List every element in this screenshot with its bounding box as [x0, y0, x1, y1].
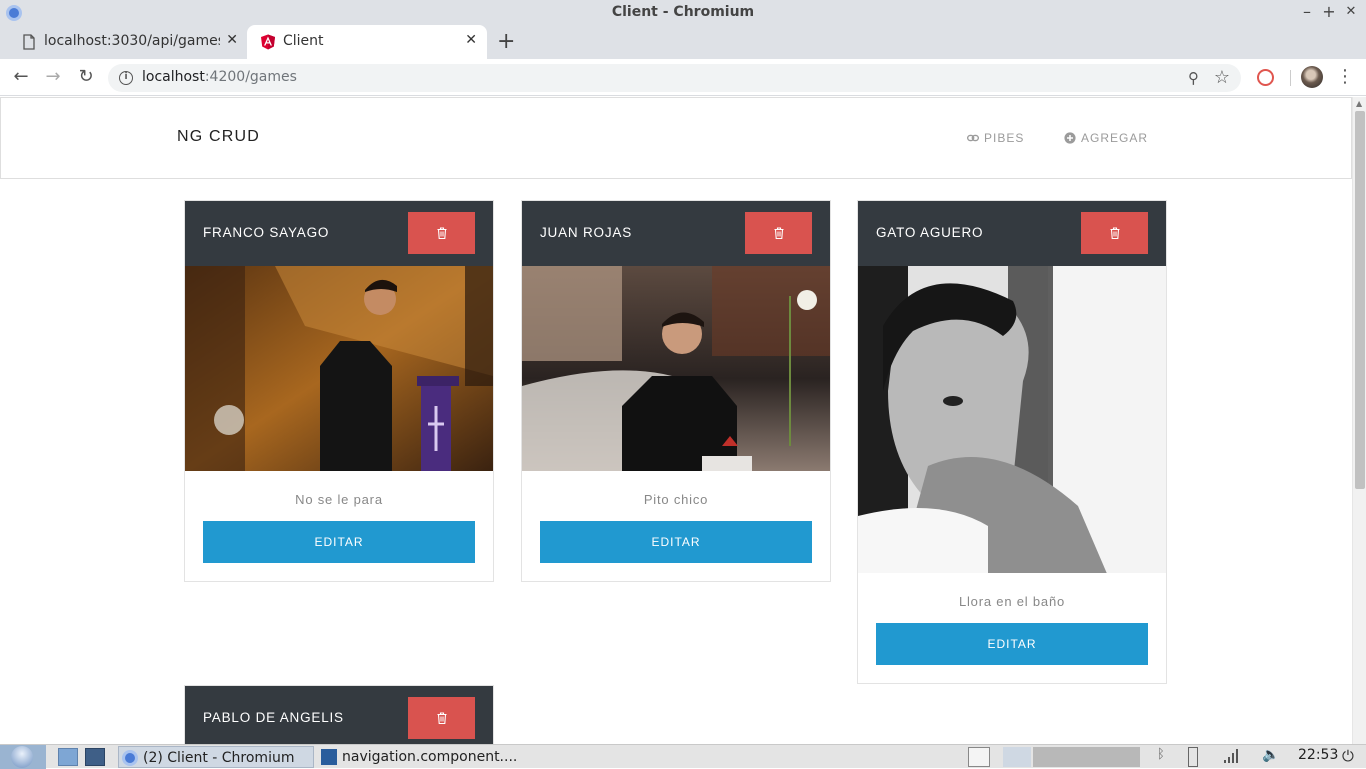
- maximize-button[interactable]: +: [1319, 2, 1339, 22]
- chromium-icon: [122, 750, 138, 766]
- network-signal-icon[interactable]: [1222, 747, 1240, 767]
- edit-button[interactable]: EDITAR: [203, 521, 475, 563]
- terminal-icon[interactable]: [85, 748, 105, 766]
- taskbar-item-label: navigation.component....: [342, 749, 518, 765]
- edit-button[interactable]: EDITAR: [540, 521, 812, 563]
- scroll-up-icon[interactable]: ▲: [1356, 99, 1362, 108]
- tab-client[interactable]: Client ✕: [247, 25, 487, 59]
- battery-icon[interactable]: [1188, 747, 1198, 767]
- trash-icon: [774, 227, 783, 239]
- url-path: :4200/games: [204, 69, 297, 85]
- delete-button[interactable]: [408, 212, 475, 254]
- nav-link-label: PIBES: [984, 131, 1025, 145]
- power-icon[interactable]: ⏻: [1342, 747, 1360, 767]
- toolbar-separator: [1290, 70, 1291, 86]
- trash-icon: [437, 227, 446, 239]
- nav-link-pibes[interactable]: PIBES: [967, 131, 1024, 145]
- close-tab-icon[interactable]: ✕: [465, 32, 477, 48]
- card-description: Llora en el baño: [958, 594, 1066, 609]
- tab-strip: localhost:3030/api/games ✕ Client ✕ +: [0, 25, 1366, 59]
- page-scrollbar[interactable]: ▲: [1352, 97, 1366, 744]
- url-host: localhost: [142, 69, 205, 85]
- card-header: PABLO DE ANGELIS: [185, 686, 493, 744]
- window-title: Client - Chromium: [611, 4, 755, 20]
- workspace-icon[interactable]: [968, 747, 990, 767]
- person-card: FRANCO SAYAGO No se le para EDITAR: [184, 200, 494, 582]
- delete-button[interactable]: [1081, 212, 1148, 254]
- taskbar-clock: 22:53: [1298, 747, 1339, 763]
- close-window-button[interactable]: ✕: [1341, 2, 1361, 22]
- scrollbar-thumb[interactable]: [1355, 111, 1365, 489]
- page-viewport: NG CRUD PIBES AGREGAR FRANCO SAYAGO No s…: [0, 97, 1352, 744]
- close-tab-icon[interactable]: ✕: [226, 32, 238, 48]
- browser-menu-button[interactable]: ⋮: [1336, 66, 1354, 88]
- workspace-switcher[interactable]: [1033, 747, 1140, 767]
- extension-icon[interactable]: [1257, 69, 1274, 86]
- app-navbar: NG CRUD PIBES AGREGAR: [0, 97, 1352, 179]
- card-name: FRANCO SAYAGO: [203, 225, 330, 240]
- document-icon: [23, 34, 35, 50]
- new-tab-button[interactable]: +: [497, 29, 515, 55]
- nav-link-agregar[interactable]: AGREGAR: [1064, 131, 1148, 145]
- reload-button[interactable]: ↻: [75, 66, 97, 88]
- person-photo: [858, 266, 1166, 573]
- person-photo: [185, 266, 493, 471]
- delete-button[interactable]: [745, 212, 812, 254]
- tab-label: localhost:3030/api/games: [44, 33, 220, 49]
- card-header: FRANCO SAYAGO: [185, 201, 493, 266]
- bookmark-star-icon[interactable]: ☆: [1214, 67, 1230, 88]
- link-icon: [967, 134, 979, 142]
- delete-button[interactable]: [408, 697, 475, 739]
- card-name: GATO AGUERO: [876, 225, 984, 240]
- back-button[interactable]: ←: [10, 66, 32, 88]
- person-card: PABLO DE ANGELIS: [184, 685, 494, 744]
- person-photo: [522, 266, 830, 471]
- card-header: JUAN ROJAS: [522, 201, 830, 266]
- plus-circle-icon: [1064, 132, 1076, 144]
- zoom-icon[interactable]: ⚲: [1188, 69, 1199, 87]
- trash-icon: [1110, 227, 1119, 239]
- trash-icon: [437, 712, 446, 724]
- minimize-button[interactable]: –: [1297, 2, 1317, 22]
- start-orb-icon: [11, 746, 33, 768]
- taskbar-item-label: (2) Client - Chromium: [143, 750, 295, 766]
- card-name: PABLO DE ANGELIS: [203, 710, 344, 725]
- bluetooth-icon[interactable]: ᛒ: [1157, 747, 1169, 767]
- card-description: No se le para: [295, 492, 383, 507]
- workspace-chromium-icon[interactable]: [1003, 747, 1031, 767]
- edit-button[interactable]: EDITAR: [876, 623, 1148, 665]
- tab-api-games[interactable]: localhost:3030/api/games ✕: [8, 25, 246, 59]
- window-titlebar: Client - Chromium – + ✕: [0, 0, 1366, 25]
- person-card: JUAN ROJAS Pito chico EDITAR: [521, 200, 831, 582]
- tab-label: Client: [283, 33, 324, 49]
- card-name: JUAN ROJAS: [540, 225, 633, 240]
- site-info-icon[interactable]: i: [119, 71, 133, 85]
- forward-button[interactable]: →: [42, 66, 64, 88]
- profile-avatar[interactable]: [1301, 66, 1323, 88]
- angular-icon: [261, 34, 275, 50]
- vscode-icon: [321, 749, 337, 765]
- nav-link-label: AGREGAR: [1081, 131, 1149, 145]
- os-taskbar: (2) Client - Chromium navigation.compone…: [0, 744, 1366, 769]
- volume-icon[interactable]: 🔈: [1262, 747, 1282, 767]
- card-description: Pito chico: [643, 492, 709, 507]
- taskbar-item-chromium[interactable]: (2) Client - Chromium: [118, 746, 314, 768]
- browser-toolbar: ← → ↻ i localhost:4200/games ⚲ ☆ ⋮: [0, 59, 1366, 96]
- start-menu-button[interactable]: [0, 745, 46, 769]
- url-text[interactable]: localhost:4200/games: [142, 69, 297, 85]
- file-manager-icon[interactable]: [58, 748, 78, 766]
- address-bar[interactable]: i localhost:4200/games ⚲ ☆: [108, 64, 1241, 92]
- brand-title[interactable]: NG CRUD: [177, 128, 260, 146]
- taskbar-item-editor[interactable]: navigation.component....: [318, 746, 518, 768]
- card-header: GATO AGUERO: [858, 201, 1166, 266]
- person-card: GATO AGUERO Llora en el baño EDITAR: [857, 200, 1167, 684]
